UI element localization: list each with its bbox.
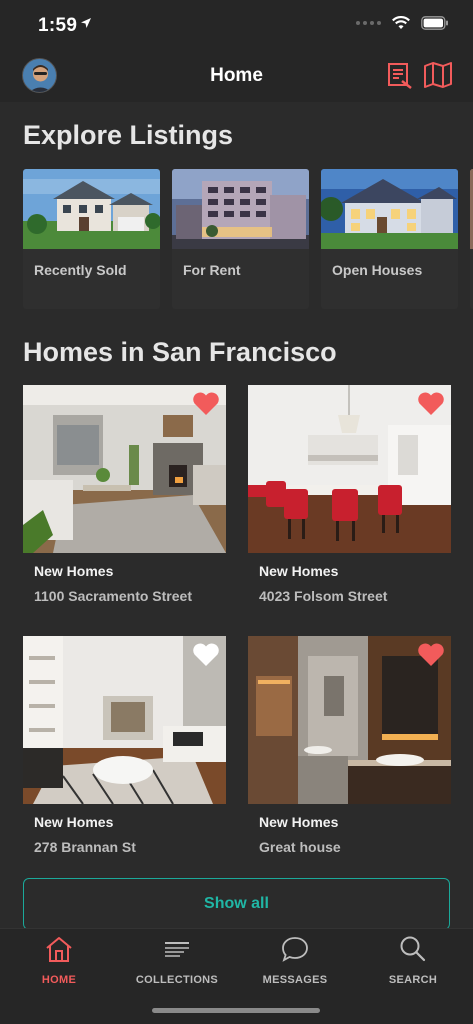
status-time: 1:59: [38, 15, 78, 36]
nav-bar: Home: [0, 50, 473, 102]
status-right: [356, 16, 449, 30]
home-card[interactable]: New Homes Great house: [248, 636, 451, 855]
home-card[interactable]: New Homes 4023 Folsom Street: [248, 385, 451, 604]
screen: 1:59 Home Explore Listings Recently Sold…: [0, 0, 473, 1024]
for-rent-image: [172, 169, 309, 249]
explore-card-recently-sold[interactable]: Recently Sold: [23, 169, 160, 309]
home-type: New Homes: [34, 563, 114, 579]
messages-icon: [282, 937, 308, 962]
tab-label: HOME: [41, 974, 77, 986]
explore-carousel[interactable]: Recently Sold For Rent Open Houses: [23, 169, 473, 309]
favorite-heart-icon[interactable]: [192, 391, 220, 416]
tab-search[interactable]: SEARCH: [354, 935, 472, 986]
nav-actions: [386, 61, 453, 89]
collections-icon: [165, 942, 189, 957]
tab-label: COLLECTIONS: [135, 974, 219, 986]
status-bar: 1:59: [0, 0, 473, 50]
tab-collections[interactable]: COLLECTIONS: [118, 935, 236, 986]
tab-messages[interactable]: MESSAGES: [236, 935, 354, 986]
home-photo: [248, 636, 451, 804]
tab-label: MESSAGES: [262, 974, 328, 986]
home-type: New Homes: [259, 814, 339, 830]
explore-card-for-rent[interactable]: For Rent: [172, 169, 309, 309]
favorite-heart-icon[interactable]: [192, 642, 220, 667]
explore-card-open-houses[interactable]: Open Houses: [321, 169, 458, 309]
map-icon[interactable]: [423, 61, 453, 89]
list-edit-icon[interactable]: [386, 61, 414, 89]
show-all-button[interactable]: Show all: [23, 878, 450, 928]
main-content[interactable]: Explore Listings Recently Sold For Rent …: [0, 102, 473, 928]
home-type: New Homes: [259, 563, 339, 579]
tab-label: SEARCH: [388, 974, 438, 986]
battery-icon: [421, 16, 448, 30]
home-address: 1100 Sacramento Street: [34, 588, 192, 604]
explore-card-label: Open Houses: [332, 262, 423, 278]
explore-title: Explore Listings: [23, 120, 234, 150]
home-photo: [248, 385, 451, 553]
location-arrow-icon: [81, 18, 91, 28]
home-address: 278 Brannan St: [34, 839, 136, 855]
tab-home[interactable]: HOME: [0, 935, 118, 986]
home-address: 4023 Folsom Street: [259, 588, 388, 604]
home-photo: [23, 385, 226, 553]
home-card[interactable]: New Homes 278 Brannan St: [23, 636, 226, 855]
favorite-heart-icon[interactable]: [417, 391, 445, 416]
signal-icon: [356, 21, 381, 25]
recently-sold-image: [23, 169, 160, 249]
home-photo: [23, 636, 226, 804]
home-card[interactable]: New Homes 1100 Sacramento Street: [23, 385, 226, 604]
favorite-heart-icon[interactable]: [417, 642, 445, 667]
explore-card-label: For Rent: [183, 262, 241, 278]
wifi-icon: [392, 16, 410, 29]
home-type: New Homes: [34, 814, 114, 830]
explore-card-label: Recently Sold: [34, 262, 127, 278]
home-icon: [46, 937, 72, 962]
homes-title: Homes in San Francisco: [23, 337, 337, 367]
home-address: Great house: [259, 839, 341, 855]
search-icon: [400, 936, 426, 962]
open-houses-image: [321, 169, 458, 249]
home-indicator[interactable]: [152, 1008, 320, 1013]
